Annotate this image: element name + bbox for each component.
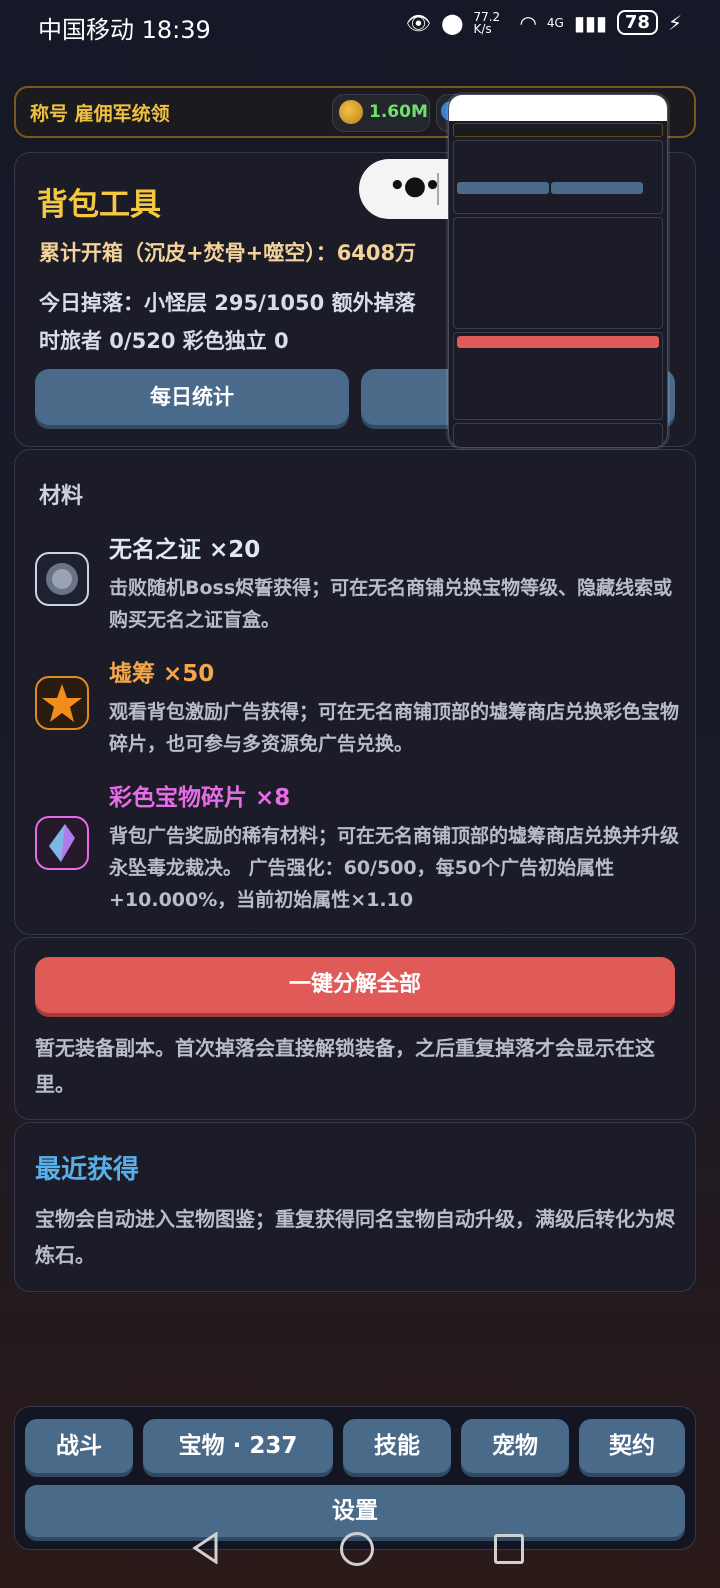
material-name: 墟筹 ×50 — [109, 661, 215, 687]
total-boxes-stat: 累计开箱（沉皮+焚骨+噬空）：6408万 — [39, 241, 417, 265]
nameless-proof-icon — [35, 552, 89, 606]
status-icons: 👁 ⬤ 77.2 K/s ◠ 4G ▮▮▮ 78 ⚡ — [406, 10, 682, 35]
location-icon: ⬤ — [441, 10, 464, 35]
thumbnail-red-button — [457, 336, 659, 348]
eye-icon: 👁 — [405, 10, 432, 35]
today-drops-stat: 今日掉落：小怪层 295/1050 额外掉落 — [39, 291, 416, 315]
material-desc: 击败随机Boss烬誓获得；可在无名商铺兑换宝物等级、隐藏线索或购买无名之证盲盒。 — [109, 577, 673, 631]
coin-icon — [339, 100, 363, 124]
recent-card: 最近获得 宝物会自动进入宝物图鉴；重复获得同名宝物自动升级，满级后转化为烬炼石。 — [14, 1122, 696, 1292]
tab-pets[interactable]: 宠物 — [461, 1419, 569, 1473]
net-speed: 77.2 K/s — [473, 9, 501, 36]
tab-skills[interactable]: 技能 — [343, 1419, 451, 1473]
home-icon[interactable] — [340, 1532, 374, 1566]
coin-counter: 1.60M — [332, 94, 430, 132]
signal-icon: ▮▮▮ — [573, 10, 607, 35]
status-bar: 中国移动 18:39 👁 ⬤ 77.2 K/s ◠ 4G ▮▮▮ 78 ⚡ — [0, 0, 720, 54]
material-desc: 背包广告奖励的稀有材料；可在无名商铺顶部的墟筹商店兑换并升级永坠毒龙裁决。 广告… — [109, 825, 680, 911]
carrier-time: 中国移动 18:39 — [38, 16, 211, 44]
system-nav-bar — [0, 1520, 720, 1588]
bag-title: 背包工具 — [37, 187, 161, 223]
material-name: 彩色宝物碎片 ×8 — [109, 785, 291, 811]
thumbnail-tabs — [453, 423, 663, 447]
thumbnail-button — [550, 182, 643, 194]
material-desc: 观看背包激励广告获得；可在无名商铺顶部的墟筹商店兑换彩色宝物碎片，也可参与多资源… — [109, 701, 680, 755]
tab-treasure[interactable]: 宝物 · 237 — [143, 1419, 333, 1473]
coin-value: 1.60M — [369, 102, 428, 122]
daily-stats-button[interactable]: 每日统计 — [35, 369, 349, 425]
network-type: 4G — [546, 15, 564, 30]
charging-icon: ⚡ — [667, 10, 682, 35]
battery-level: 78 — [616, 10, 658, 35]
capsule-divider — [437, 173, 439, 205]
thumbnail-bag-card — [453, 140, 663, 214]
back-icon[interactable] — [192, 1531, 220, 1568]
tab-battle[interactable]: 战斗 — [25, 1419, 133, 1473]
floating-window-thumbnail[interactable] — [448, 94, 668, 448]
player-title: 称号 雇佣军统领 — [30, 103, 170, 125]
recent-title: 最近获得 — [35, 1155, 140, 1185]
thumbnail-title-bar — [453, 123, 663, 137]
thumbnail-decompose-card — [453, 332, 663, 420]
materials-card: 材料 无名之证 ×20 击败随机Boss烬誓获得；可在无名商铺兑换宝物等级、隐藏… — [14, 449, 696, 935]
thumbnail-button — [457, 182, 549, 194]
star-icon — [35, 676, 89, 730]
material-name: 无名之证 ×20 — [109, 537, 261, 563]
thumbnail-header — [449, 95, 667, 121]
materials-title: 材料 — [39, 484, 84, 509]
decompose-all-button[interactable]: 一键分解全部 — [35, 957, 675, 1013]
wifi-icon: ◠ — [519, 10, 537, 35]
more-icon[interactable]: •●• — [389, 171, 441, 201]
decompose-note: 暂无装备副本。首次掉落会直接解锁装备，之后重复掉落才会显示在这里。 — [35, 1036, 655, 1096]
decompose-card: 一键分解全部 暂无装备副本。首次掉落会直接解锁装备，之后重复掉落才会显示在这里。 — [14, 937, 696, 1120]
time-travel-stat: 时旅者 0/520 彩色独立 0 — [39, 329, 289, 353]
recent-apps-icon[interactable] — [494, 1534, 524, 1564]
thumbnail-materials-card — [453, 217, 663, 329]
crystal-icon — [35, 816, 89, 870]
tab-contract[interactable]: 契约 — [579, 1419, 685, 1473]
recent-note: 宝物会自动进入宝物图鉴；重复获得同名宝物自动升级，满级后转化为烬炼石。 — [35, 1207, 675, 1267]
